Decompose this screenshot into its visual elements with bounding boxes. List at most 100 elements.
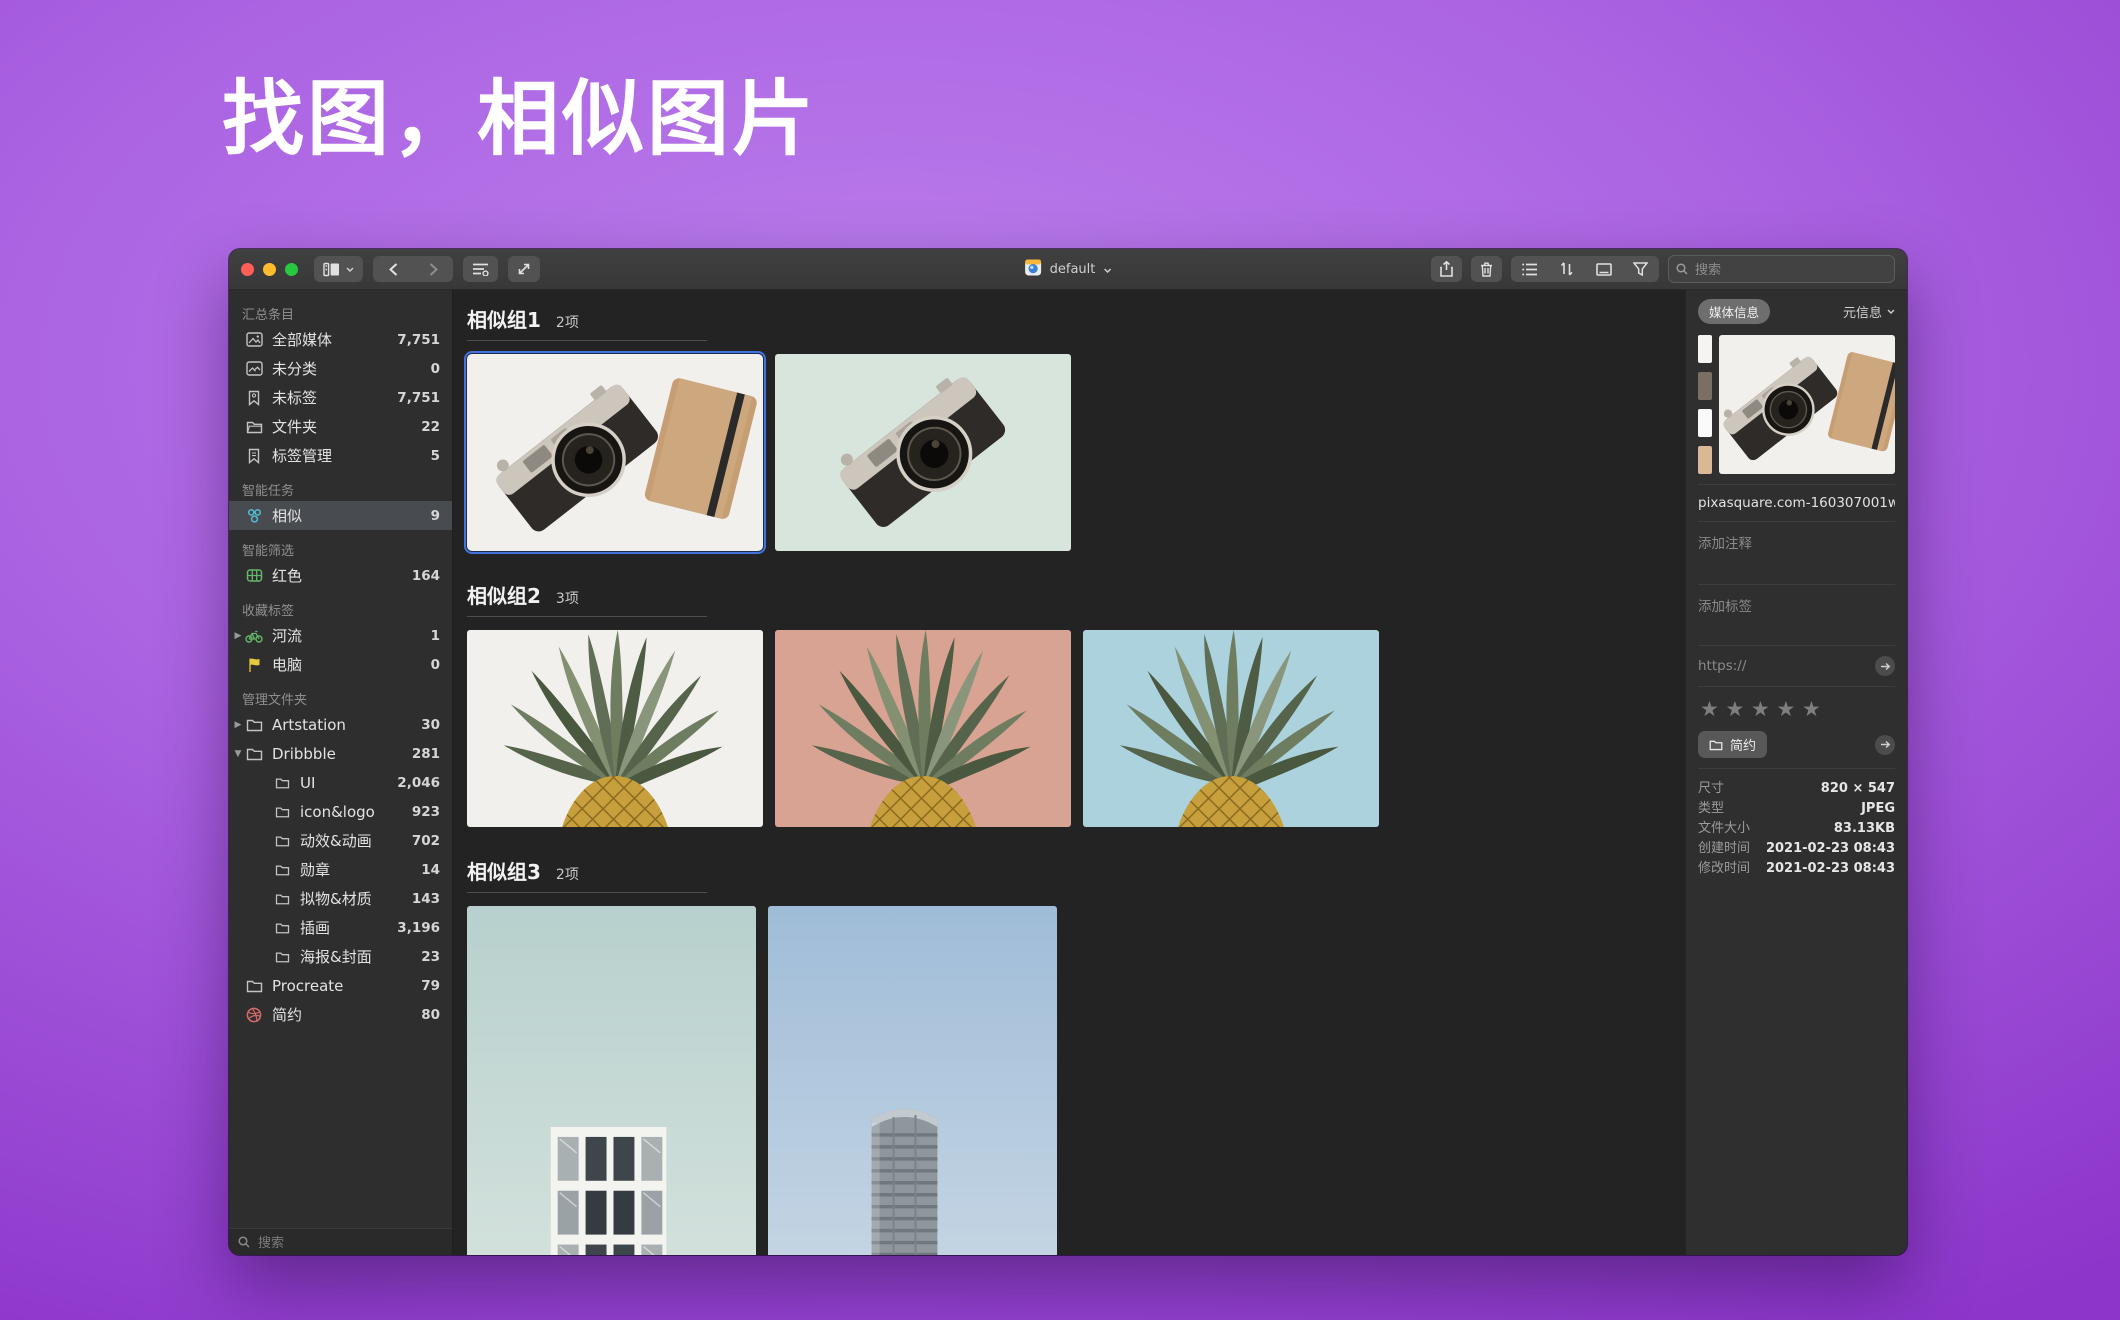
palette-swatch[interactable] [1698, 335, 1712, 363]
sidebar-folder-procreate[interactable]: Procreate 79 [229, 971, 452, 1000]
forward-button[interactable] [413, 256, 453, 282]
palette-swatch[interactable] [1698, 372, 1712, 400]
list-view-button[interactable] [1511, 256, 1548, 282]
zoom-button[interactable] [285, 263, 298, 276]
photo-pineapple-blue[interactable] [1083, 630, 1379, 827]
minimize-button[interactable] [263, 263, 276, 276]
sidebar-subfolder-material[interactable]: 拟物&材质 143 [229, 884, 452, 913]
meta-value: 83.13KB [1834, 819, 1895, 839]
rating-stars[interactable]: ★ ★ ★ ★ ★ [1700, 697, 1895, 721]
tags-field[interactable]: 添加标签 [1698, 595, 1895, 635]
sort-options-button[interactable] [463, 256, 498, 282]
item-count: 702 [412, 833, 440, 849]
sidebar-folder-minimal[interactable]: 简约 80 [229, 1000, 452, 1029]
back-button[interactable] [373, 256, 413, 282]
sidebar-item-label: Artstation [272, 716, 421, 734]
titlebar: default [229, 249, 1907, 290]
frame-style-button[interactable] [1585, 256, 1622, 282]
folder-icon [245, 977, 263, 995]
item-count: 14 [421, 862, 440, 878]
global-search-field[interactable] [1668, 255, 1895, 283]
sort-direction-button[interactable] [1548, 256, 1585, 282]
source-url-field[interactable]: https:// [1698, 656, 1895, 676]
item-count: 2,046 [397, 775, 440, 791]
sidebar-item-label: UI [300, 774, 397, 792]
folder-icon [1709, 739, 1723, 751]
sidebar-subfolder-iconlogo[interactable]: icon&logo 923 [229, 797, 452, 826]
sidebar-subfolder-illustration[interactable]: 插画 3,196 [229, 913, 452, 942]
meta-label: 文件大小 [1698, 819, 1750, 839]
sidebar-folder-artstation[interactable]: ▶ Artstation 30 [229, 710, 452, 739]
disclosure-collapsed-icon[interactable]: ▶ [233, 631, 243, 641]
photo-building-tower[interactable] [768, 906, 1057, 1255]
filter-button[interactable] [1622, 256, 1659, 282]
divider [1698, 768, 1895, 769]
group-underline [467, 340, 707, 341]
trash-button[interactable] [1471, 256, 1502, 282]
chevron-down-icon [1103, 262, 1111, 277]
flag-icon [245, 656, 263, 674]
sidebar-search-field[interactable] [229, 1228, 452, 1255]
layout-view-icon [323, 262, 340, 277]
sidebar-item-label: 插画 [300, 917, 397, 938]
sidebar-item-similar[interactable]: 相似 9 [229, 501, 452, 530]
sidebar: 汇总条目 全部媒体 7,751 未分类 0 未标签 7,751 [229, 290, 453, 1255]
disclosure-expanded-icon[interactable]: ▼ [233, 749, 243, 759]
divider [1698, 645, 1895, 646]
folder-tag-pill[interactable]: 简约 [1698, 731, 1767, 758]
sidebar-item-label: 红色 [272, 565, 412, 586]
goto-folder-button[interactable] [1875, 735, 1895, 755]
uncategorized-image-icon [245, 360, 263, 378]
arrow-right-icon [1880, 740, 1891, 749]
sidebar-subfolder-ui[interactable]: UI 2,046 [229, 768, 452, 797]
photo-pineapple-white[interactable] [467, 630, 763, 827]
open-url-button[interactable] [1875, 656, 1895, 676]
similar-cluster-icon [245, 507, 263, 525]
sidebar-subfolder-poster[interactable]: 海报&封面 23 [229, 942, 452, 971]
url-placeholder: https:// [1698, 658, 1746, 674]
disclosure-collapsed-icon[interactable]: ▶ [233, 720, 243, 730]
global-search-input[interactable] [1693, 261, 1887, 278]
sidebar-item-label: 标签管理 [272, 445, 431, 466]
annotation-field[interactable]: 添加注释 [1698, 532, 1895, 574]
selected-thumbnail[interactable] [1719, 335, 1895, 474]
item-count: 80 [421, 1007, 440, 1023]
dribbble-ball-icon [245, 1006, 263, 1024]
sidebar-item-river-tag[interactable]: ▶ 河流 1 [229, 621, 452, 650]
folder-icon [273, 774, 291, 792]
sidebar-search-input[interactable] [256, 1234, 443, 1251]
palette-swatch[interactable] [1698, 409, 1712, 437]
library-name: default [1050, 262, 1096, 277]
sidebar-section-header: 管理文件夹 [229, 686, 452, 710]
sidebar-item-all-media[interactable]: 全部媒体 7,751 [229, 325, 452, 354]
sidebar-subfolder-motion[interactable]: 动效&动画 702 [229, 826, 452, 855]
sidebar-item-computer-tag[interactable]: 电脑 0 [229, 650, 452, 679]
chevron-down-icon [1887, 309, 1895, 314]
tab-media-info[interactable]: 媒体信息 [1698, 299, 1770, 324]
view-mode-button[interactable] [314, 256, 363, 282]
library-switcher[interactable]: default [1025, 259, 1112, 280]
photo-camera-mint[interactable] [775, 354, 1071, 551]
folder-icon [273, 948, 291, 966]
sidebar-item-uncategorized[interactable]: 未分类 0 [229, 354, 452, 383]
sidebar-item-tag-manager[interactable]: 标签管理 5 [229, 441, 452, 470]
fullscreen-button[interactable] [508, 256, 540, 282]
tab-meta-info[interactable]: 元信息 [1843, 302, 1895, 321]
group-underline [467, 892, 707, 893]
similar-group-2: 相似组2 3项 [467, 580, 1685, 827]
sidebar-item-label: 简约 [272, 1004, 421, 1025]
tag-manager-icon [245, 447, 263, 465]
share-button[interactable] [1431, 256, 1462, 282]
palette-swatch[interactable] [1698, 446, 1712, 474]
sidebar-folder-dribbble[interactable]: ▼ Dribbble 281 [229, 739, 452, 768]
photo-camera-notebook[interactable] [467, 354, 763, 551]
photo-building-grid[interactable] [467, 906, 756, 1255]
close-button[interactable] [241, 263, 254, 276]
photo-pineapple-pink[interactable] [775, 630, 1071, 827]
sidebar-subfolder-badge[interactable]: 勋章 14 [229, 855, 452, 884]
sidebar-item-untagged[interactable]: 未标签 7,751 [229, 383, 452, 412]
meta-row: 文件大小 83.13KB [1698, 819, 1895, 839]
meta-value: 820 × 547 [1821, 779, 1895, 799]
sidebar-item-folders[interactable]: 文件夹 22 [229, 412, 452, 441]
sidebar-item-red-filter[interactable]: 红色 164 [229, 561, 452, 590]
